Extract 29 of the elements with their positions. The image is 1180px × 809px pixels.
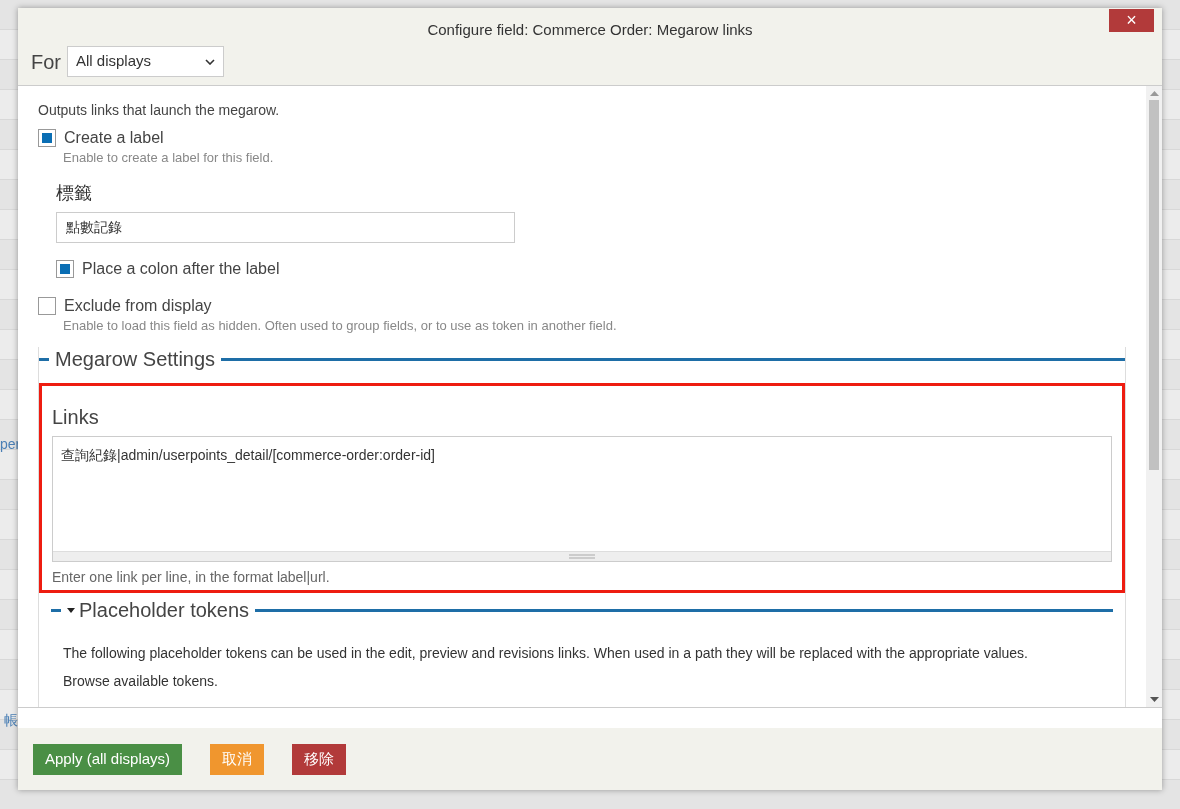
colon-checkbox[interactable] <box>56 260 74 278</box>
checkbox-label: Exclude from display <box>64 296 212 316</box>
display-select[interactable]: All displays <box>67 46 224 77</box>
dialog-button[interactable]: 移除 <box>292 743 347 775</box>
chevron-down-icon <box>205 58 215 65</box>
checkbox-label: Place a colon after the label <box>82 259 280 279</box>
for-label: For <box>31 49 61 75</box>
fieldset-legend[interactable]: Placeholder tokens <box>61 598 256 622</box>
dialog-button[interactable]: Apply (all displays) <box>33 743 183 775</box>
field-label: 標籤 <box>56 182 93 204</box>
links-textarea[interactable]: 查詢紀錄|admin/userpoints_detail/[commerce-order:order-id] <box>52 436 1112 562</box>
label-input[interactable]: 點數記錄 <box>56 212 515 243</box>
browse-tokens-text: Browse available tokens. <box>63 672 219 691</box>
dialog-title: Configure field: Commerce Order: Megarow links <box>426 20 754 40</box>
exclude-checkbox[interactable] <box>38 297 56 315</box>
scrollbar-thumb[interactable] <box>1149 100 1159 470</box>
background-text: 帳 <box>4 711 18 730</box>
create-label-checkbox[interactable] <box>38 129 56 147</box>
tokens-description: The following placeholder tokens can be used in the edit, preview and revisions links. When used in a path they will be replaced with the appropriate values. <box>63 644 1029 663</box>
links-label: Links <box>52 405 100 429</box>
background-text: per <box>0 435 21 454</box>
checkbox-label: Create a label <box>64 128 164 148</box>
links-help: Enter one link per line, in the format label|url. <box>52 568 331 586</box>
help-text: Enable to create a label for this field. <box>63 149 275 167</box>
resize-grip-icon <box>569 554 595 559</box>
close-button[interactable]: × <box>1109 9 1154 32</box>
fieldset-legend: Megarow Settings <box>49 347 222 371</box>
field-description: Outputs links that launch the megarow. <box>38 101 281 120</box>
help-text: Enable to load this field as hidden. Often used to group fields, or to use as token in another field. <box>63 317 618 335</box>
